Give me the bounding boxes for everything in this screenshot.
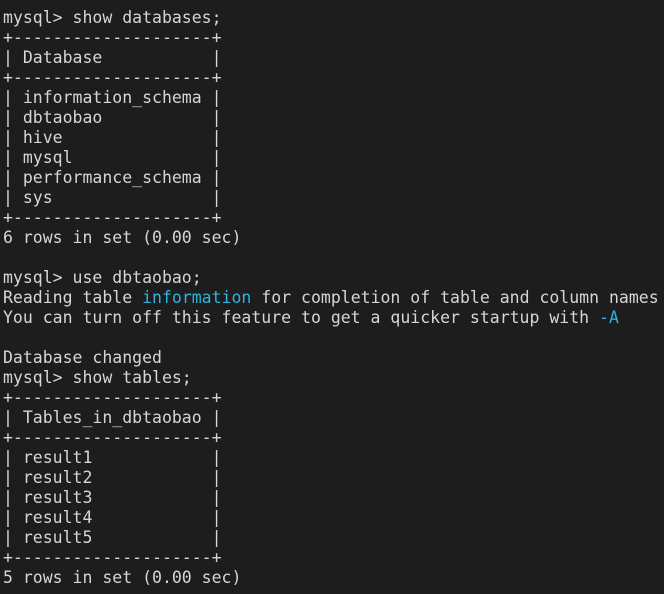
terminal-line: | dbtaobao | [3, 108, 222, 127]
terminal-line: | mysql | [3, 148, 222, 167]
terminal-line: +--------------------+ [3, 428, 222, 447]
terminal-line: | result5 | [3, 528, 222, 547]
terminal-line: | result2 | [3, 468, 222, 487]
terminal-output: mysql> show databases; +-----------------… [3, 8, 664, 588]
highlighted-token: -A [599, 308, 619, 327]
terminal-line: | Database | [3, 48, 222, 67]
terminal-text: You can turn off this feature to get a q… [3, 308, 600, 327]
highlighted-token: information [142, 288, 252, 307]
terminal-screen[interactable]: mysql> show databases; +-----------------… [0, 0, 664, 594]
terminal-line: | result1 | [3, 448, 222, 467]
terminal-line: mysql> use dbtaobao; [3, 268, 202, 287]
terminal-line: Database changed [3, 348, 162, 367]
terminal-line: You can turn off this feature to get a q… [3, 308, 664, 328]
terminal-line: 5 rows in set (0.00 sec) [3, 568, 242, 587]
terminal-line: mysql> show databases; [3, 8, 222, 27]
terminal-line: 6 rows in set (0.00 sec) [3, 228, 242, 247]
terminal-line: | sys | [3, 188, 222, 207]
terminal-line: | result3 | [3, 488, 222, 507]
terminal-line: +--------------------+ [3, 388, 222, 407]
terminal-text: Reading table [3, 288, 143, 307]
terminal-line: | performance_schema | [3, 168, 222, 187]
terminal-line: | Tables_in_dbtaobao | [3, 408, 222, 427]
terminal-line: mysql> show tables; [3, 368, 192, 387]
terminal-line: | information_schema | [3, 88, 222, 107]
terminal-line: +--------------------+ [3, 68, 222, 87]
terminal-line: Reading table information for completion… [3, 288, 664, 308]
terminal-line: +--------------------+ [3, 208, 222, 227]
terminal-text: for completion of table and column names [251, 288, 659, 307]
terminal-line: +--------------------+ [3, 28, 222, 47]
terminal-line: | result4 | [3, 508, 222, 527]
terminal-line: +--------------------+ [3, 548, 222, 567]
terminal-line: | hive | [3, 128, 222, 147]
